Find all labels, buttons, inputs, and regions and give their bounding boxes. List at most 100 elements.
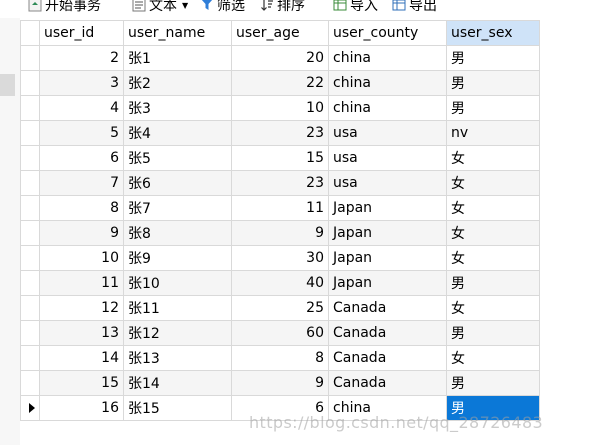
cell-user-name[interactable]: 张1 bbox=[123, 45, 232, 71]
table-row[interactable]: 9 张8 9 Japan 女 bbox=[20, 220, 540, 246]
cell-user-name[interactable]: 张6 bbox=[123, 170, 232, 196]
cell-user-sex[interactable]: 女 bbox=[446, 245, 540, 271]
cell-user-age[interactable]: 8 bbox=[231, 345, 329, 371]
row-selector[interactable] bbox=[20, 220, 40, 246]
cell-user-age[interactable]: 23 bbox=[231, 170, 329, 196]
import-button[interactable]: 导入 bbox=[333, 0, 378, 16]
table-row[interactable]: 11 张10 40 Japan 男 bbox=[20, 270, 540, 296]
table-row[interactable]: 3 张2 22 china 男 bbox=[20, 70, 540, 96]
cell-user-age[interactable]: 22 bbox=[231, 70, 329, 96]
row-selector[interactable] bbox=[20, 70, 40, 96]
cell-user-id[interactable]: 14 bbox=[39, 345, 124, 371]
row-selector-header[interactable] bbox=[20, 20, 40, 46]
cell-user-county[interactable]: china bbox=[328, 45, 447, 71]
table-row[interactable]: 5 张4 23 usa nv bbox=[20, 120, 540, 146]
cell-user-sex[interactable]: 女 bbox=[446, 195, 540, 221]
cell-user-name[interactable]: 张3 bbox=[123, 95, 232, 121]
row-selector[interactable] bbox=[20, 195, 40, 221]
text-view-button[interactable]: 文本 ▼ bbox=[132, 0, 188, 16]
cell-user-name[interactable]: 张8 bbox=[123, 220, 232, 246]
table-row[interactable]: 10 张9 30 Japan 女 bbox=[20, 245, 540, 271]
cell-user-county[interactable]: Japan bbox=[328, 220, 447, 246]
row-selector[interactable] bbox=[20, 370, 40, 396]
row-selector[interactable] bbox=[20, 120, 40, 146]
cell-user-age[interactable]: 9 bbox=[231, 220, 329, 246]
cell-user-name[interactable]: 张13 bbox=[123, 345, 232, 371]
cell-user-county[interactable]: Canada bbox=[328, 320, 447, 346]
cell-user-age[interactable]: 9 bbox=[231, 370, 329, 396]
cell-user-id[interactable]: 6 bbox=[39, 145, 124, 171]
cell-user-age[interactable]: 10 bbox=[231, 95, 329, 121]
cell-user-id[interactable]: 12 bbox=[39, 295, 124, 321]
column-header-user_name[interactable]: user_name bbox=[123, 20, 232, 46]
export-button[interactable]: 导出 bbox=[392, 0, 437, 16]
cell-user-age[interactable]: 25 bbox=[231, 295, 329, 321]
cell-user-name[interactable]: 张7 bbox=[123, 195, 232, 221]
row-selector[interactable] bbox=[20, 170, 40, 196]
table-row[interactable]: 12 张11 25 Canada 女 bbox=[20, 295, 540, 321]
cell-user-id[interactable]: 9 bbox=[39, 220, 124, 246]
cell-user-name[interactable]: 张9 bbox=[123, 245, 232, 271]
cell-user-sex[interactable]: 女 bbox=[446, 345, 540, 371]
cell-user-sex[interactable]: 男 bbox=[446, 370, 540, 396]
cell-user-sex[interactable]: nv bbox=[446, 120, 540, 146]
cell-user-sex[interactable]: 女 bbox=[446, 295, 540, 321]
cell-user-age[interactable]: 11 bbox=[231, 195, 329, 221]
cell-user-sex[interactable]: 男 bbox=[446, 270, 540, 296]
cell-user-id[interactable]: 4 bbox=[39, 95, 124, 121]
cell-user-county[interactable]: china bbox=[328, 95, 447, 121]
cell-user-id[interactable]: 5 bbox=[39, 120, 124, 146]
table-row[interactable]: 6 张5 15 usa 女 bbox=[20, 145, 540, 171]
row-selector[interactable] bbox=[20, 45, 40, 71]
cell-user-sex[interactable]: 男 bbox=[446, 320, 540, 346]
cell-user-sex[interactable]: 男 bbox=[446, 45, 540, 71]
row-selector[interactable] bbox=[20, 245, 40, 271]
cell-user-name[interactable]: 张14 bbox=[123, 370, 232, 396]
table-row[interactable]: 8 张7 11 Japan 女 bbox=[20, 195, 540, 221]
table-row[interactable]: 15 张14 9 Canada 男 bbox=[20, 370, 540, 396]
table-row[interactable]: 4 张3 10 china 男 bbox=[20, 95, 540, 121]
column-header-user_sex[interactable]: user_sex bbox=[446, 20, 540, 46]
cell-user-county[interactable]: Canada bbox=[328, 295, 447, 321]
column-header-user_id[interactable]: user_id bbox=[39, 20, 124, 46]
cell-user-county[interactable]: china bbox=[328, 70, 447, 96]
cell-user-county[interactable]: Canada bbox=[328, 345, 447, 371]
table-row[interactable]: 2 张1 20 china 男 bbox=[20, 45, 540, 71]
cell-user-name[interactable]: 张2 bbox=[123, 70, 232, 96]
cell-user-id[interactable]: 13 bbox=[39, 320, 124, 346]
cell-user-sex[interactable]: 男 bbox=[446, 95, 540, 121]
row-selector[interactable] bbox=[20, 395, 40, 421]
row-selector[interactable] bbox=[20, 95, 40, 121]
row-selector[interactable] bbox=[20, 270, 40, 296]
row-selector[interactable] bbox=[20, 320, 40, 346]
cell-user-id[interactable]: 16 bbox=[39, 395, 124, 421]
cell-user-county[interactable]: usa bbox=[328, 145, 447, 171]
cell-user-age[interactable]: 23 bbox=[231, 120, 329, 146]
cell-user-county[interactable]: Japan bbox=[328, 195, 447, 221]
cell-user-county[interactable]: Japan bbox=[328, 245, 447, 271]
cell-user-age[interactable]: 15 bbox=[231, 145, 329, 171]
cell-user-age[interactable]: 30 bbox=[231, 245, 329, 271]
cell-user-id[interactable]: 7 bbox=[39, 170, 124, 196]
cell-user-name[interactable]: 张15 bbox=[123, 395, 232, 421]
row-selector[interactable] bbox=[20, 295, 40, 321]
table-row[interactable]: 13 张12 60 Canada 男 bbox=[20, 320, 540, 346]
cell-user-county[interactable]: usa bbox=[328, 170, 447, 196]
cell-user-county[interactable]: usa bbox=[328, 120, 447, 146]
row-selector[interactable] bbox=[20, 345, 40, 371]
cell-user-id[interactable]: 2 bbox=[39, 45, 124, 71]
cell-user-name[interactable]: 张4 bbox=[123, 120, 232, 146]
cell-user-age[interactable]: 60 bbox=[231, 320, 329, 346]
cell-user-county[interactable]: Japan bbox=[328, 270, 447, 296]
filter-button[interactable]: 筛选 bbox=[200, 0, 245, 16]
cell-user-name[interactable]: 张11 bbox=[123, 295, 232, 321]
table-row[interactable]: 14 张13 8 Canada 女 bbox=[20, 345, 540, 371]
text-view-dropdown-arrow-icon[interactable]: ▼ bbox=[182, 1, 188, 10]
cell-user-id[interactable]: 11 bbox=[39, 270, 124, 296]
cell-user-id[interactable]: 3 bbox=[39, 70, 124, 96]
cell-user-sex[interactable]: 女 bbox=[446, 170, 540, 196]
cell-user-sex[interactable]: 女 bbox=[446, 145, 540, 171]
cell-user-name[interactable]: 张10 bbox=[123, 270, 232, 296]
column-header-user_county[interactable]: user_county bbox=[328, 20, 447, 46]
cell-user-name[interactable]: 张5 bbox=[123, 145, 232, 171]
